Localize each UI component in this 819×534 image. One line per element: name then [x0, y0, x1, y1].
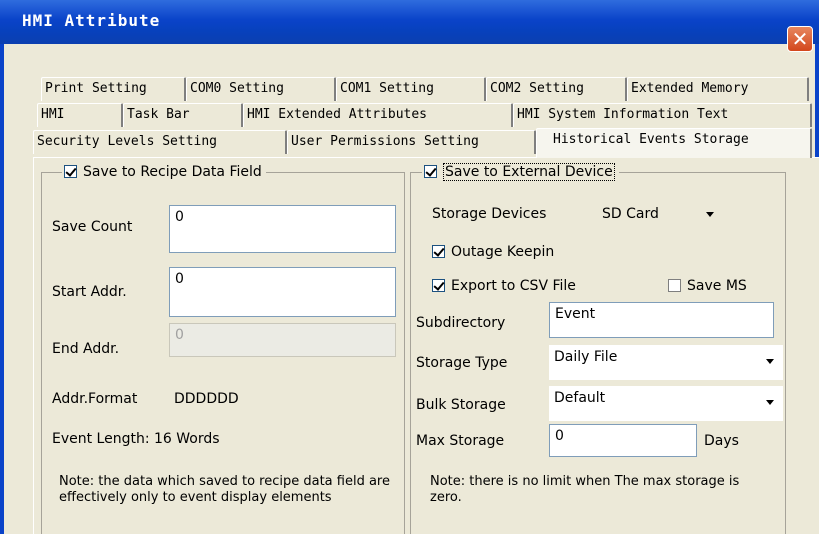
recipe-checkbox-label: Save to Recipe Data Field — [83, 164, 262, 180]
export-csv-option[interactable]: Export to CSV File — [432, 277, 576, 295]
storage-type-select[interactable]: Daily File — [549, 345, 783, 380]
tab-extended-memory[interactable]: Extended Memory — [627, 77, 809, 101]
tab-task-bar[interactable]: Task Bar — [123, 103, 243, 127]
bulk-storage-dropdown-icon[interactable] — [766, 400, 774, 405]
subdirectory-input[interactable]: Event — [549, 302, 774, 338]
end-addr-label: End Addr. — [52, 341, 120, 357]
save-ms-label: Save MS — [687, 278, 747, 294]
save-count-label: Save Count — [52, 219, 133, 235]
end-addr-input: 0 — [169, 323, 396, 357]
event-length-text: Event Length: 16 Words — [52, 431, 220, 447]
outage-keepin-label: Outage Keepin — [451, 244, 555, 260]
export-csv-checkbox[interactable] — [432, 279, 445, 292]
recipe-note: Note: the data which saved to recipe dat… — [59, 474, 390, 505]
tab-historical-events-storage[interactable]: Historical Events Storage — [536, 128, 812, 158]
addr-format-label: Addr.Format — [52, 391, 138, 407]
storage-type-value: Daily File — [554, 349, 618, 365]
save-count-input[interactable]: 0 — [169, 205, 396, 253]
recipe-checkbox[interactable] — [64, 165, 77, 178]
storage-devices-label: Storage Devices — [432, 206, 547, 222]
save-ms-option[interactable]: Save MS — [668, 277, 747, 295]
bulk-storage-label: Bulk Storage — [416, 397, 506, 413]
external-device-checkbox[interactable] — [424, 165, 437, 178]
title-bar[interactable]: HMI Attribute ✕ — [0, 0, 819, 52]
tab-hmi-system-information-text[interactable]: HMI System Information Text — [513, 103, 812, 127]
external-device-label: Save to External Device — [443, 163, 615, 181]
max-storage-label: Max Storage — [416, 433, 505, 449]
start-addr-label: Start Addr. — [52, 284, 127, 300]
window-title: HMI Attribute — [22, 11, 161, 30]
outage-keepin-option[interactable]: Outage Keepin — [432, 243, 554, 261]
max-storage-input[interactable]: 0 — [549, 424, 697, 457]
export-csv-label: Export to CSV File — [451, 278, 576, 294]
tab-com2-setting[interactable]: COM2 Setting — [486, 77, 627, 101]
bulk-storage-value: Default — [554, 390, 606, 406]
external-group-title[interactable]: Save to External Device — [422, 163, 619, 181]
tab-security-levels-setting[interactable]: Security Levels Setting — [33, 130, 287, 154]
storage-type-dropdown-icon[interactable] — [766, 359, 774, 364]
subdirectory-label: Subdirectory — [416, 315, 506, 331]
tab-print-setting[interactable]: Print Setting — [41, 77, 186, 101]
addr-format-value: DDDDDD — [174, 391, 239, 407]
bulk-storage-select[interactable]: Default — [549, 386, 783, 421]
tab-user-permissions-setting[interactable]: User Permissions Setting — [287, 130, 536, 154]
tab-com1-setting[interactable]: COM1 Setting — [336, 77, 486, 101]
storage-devices-dropdown-icon[interactable] — [706, 212, 714, 217]
close-icon[interactable]: ✕ — [787, 26, 813, 52]
max-storage-unit: Days — [704, 433, 739, 449]
tab-com0-setting[interactable]: COM0 Setting — [186, 77, 336, 101]
external-note: Note: there is no limit when The max sto… — [430, 474, 740, 505]
save-ms-checkbox[interactable] — [668, 279, 681, 292]
storage-devices-value: SD Card — [602, 206, 659, 222]
window-border-left — [0, 44, 4, 534]
storage-type-label: Storage Type — [416, 355, 508, 371]
outage-keepin-checkbox[interactable] — [432, 245, 445, 258]
recipe-group-title[interactable]: Save to Recipe Data Field — [62, 163, 266, 181]
tab-hmi-extended-attributes[interactable]: HMI Extended Attributes — [243, 103, 513, 127]
hmi-attribute-dialog: HMI Attribute ✕ Print Setting COM0 Setti… — [0, 0, 819, 534]
tab-hmi[interactable]: HMI — [37, 103, 123, 127]
start-addr-input[interactable]: 0 — [169, 267, 396, 317]
